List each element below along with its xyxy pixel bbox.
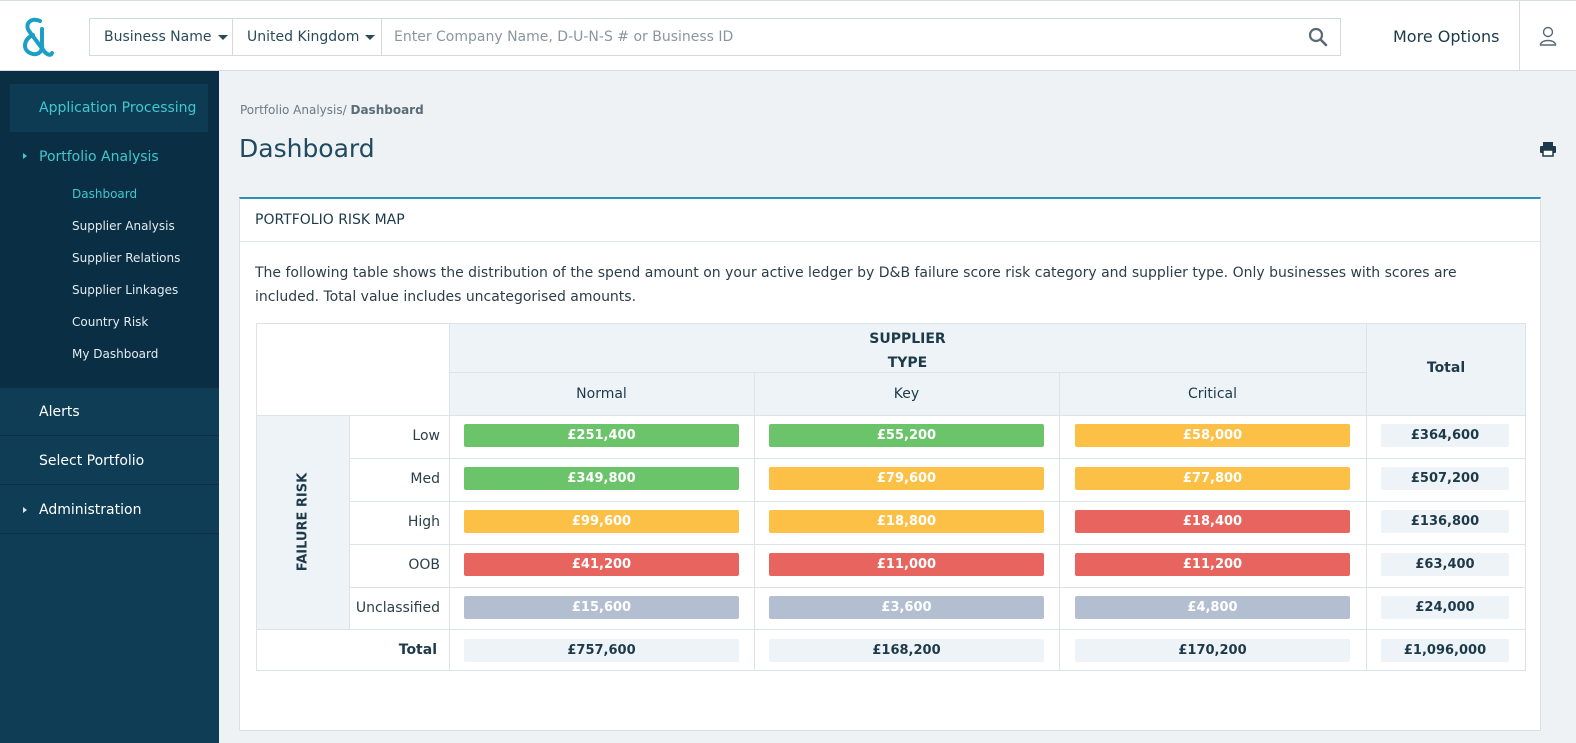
row-label-med: Med xyxy=(410,471,440,487)
sidebar-item-label: Select Portfolio xyxy=(39,452,145,469)
supplier-type-line1: SUPPLIER xyxy=(869,331,946,347)
sidebar-subitem-dashboard[interactable]: Dashboard xyxy=(72,187,137,201)
row-total-high: £136,800 xyxy=(1381,510,1509,533)
grand-total: £1,096,000 xyxy=(1381,639,1509,662)
sidebar-subitem-supplier-linkages[interactable]: Supplier Linkages xyxy=(72,283,178,297)
db-logo-icon[interactable] xyxy=(18,15,54,59)
cell-high-key[interactable]: £18,800 xyxy=(769,510,1044,533)
sidebar-item-portfolio-analysis[interactable]: Portfolio Analysis xyxy=(0,145,219,169)
supplier-type-line2: TYPE xyxy=(887,355,928,371)
search-type-value: Business Name xyxy=(104,29,212,45)
print-icon[interactable] xyxy=(1539,141,1557,157)
row-total-unclassified: £24,000 xyxy=(1381,596,1509,619)
cell-high-critical[interactable]: £18,400 xyxy=(1075,510,1350,533)
cell-med-normal[interactable]: £349,800 xyxy=(464,467,739,490)
sidebar: Application Processing Portfolio Analysi… xyxy=(0,71,219,743)
sidebar-item-select-portfolio[interactable]: Select Portfolio xyxy=(0,437,219,485)
total-row-label: Total xyxy=(398,642,437,658)
failure-risk-label: FAILURE RISK xyxy=(295,472,311,572)
cell-oob-key[interactable]: £11,000 xyxy=(769,553,1044,576)
more-options-link[interactable]: More Options xyxy=(1393,27,1499,46)
cell-unclassified-normal[interactable]: £15,600 xyxy=(464,596,739,619)
country-value: United Kingdom xyxy=(247,29,360,45)
user-icon xyxy=(1539,26,1557,46)
user-menu-button[interactable] xyxy=(1519,1,1576,71)
top-bar: Business Name United Kingdom More Option… xyxy=(0,0,1576,71)
chevron-right-icon xyxy=(23,507,27,513)
row-label-low: Low xyxy=(412,428,440,444)
page-title: Dashboard xyxy=(239,134,375,163)
column-header-normal: Normal xyxy=(576,386,627,402)
sidebar-item-alerts[interactable]: Alerts xyxy=(0,388,219,436)
country-dropdown[interactable]: United Kingdom xyxy=(233,19,382,55)
cell-oob-critical[interactable]: £11,200 xyxy=(1075,553,1350,576)
sidebar-item-application-processing[interactable]: Application Processing xyxy=(10,84,208,132)
row-label-high: High xyxy=(407,514,440,530)
cell-med-key[interactable]: £79,600 xyxy=(769,467,1044,490)
total-header-label: Total xyxy=(1426,360,1466,376)
row-total-med: £507,200 xyxy=(1381,467,1509,490)
cell-high-normal[interactable]: £99,600 xyxy=(464,510,739,533)
cell-med-critical[interactable]: £77,800 xyxy=(1075,467,1350,490)
risk-map-table: FAILURE RISK SUPPLIER TYPE Total Normal … xyxy=(256,323,1526,671)
cell-unclassified-critical[interactable]: £4,800 xyxy=(1075,596,1350,619)
row-total-low: £364,600 xyxy=(1381,424,1509,447)
sidebar-subitem-my-dashboard[interactable]: My Dashboard xyxy=(72,347,158,361)
supplier-type-label: SUPPLIER TYPE xyxy=(449,327,1366,375)
search-input[interactable] xyxy=(382,19,1296,55)
cell-unclassified-key[interactable]: £3,600 xyxy=(769,596,1044,619)
sidebar-item-label: Portfolio Analysis xyxy=(39,149,159,165)
cell-low-normal[interactable]: £251,400 xyxy=(464,424,739,447)
row-label-oob: OOB xyxy=(408,557,440,573)
portfolio-risk-map-card: PORTFOLIO RISK MAP The following table s… xyxy=(239,197,1541,731)
breadcrumb: Portfolio Analysis/ Dashboard xyxy=(240,103,424,117)
search-type-dropdown[interactable]: Business Name xyxy=(90,19,233,55)
chevron-down-icon xyxy=(365,34,376,40)
breadcrumb-current: Dashboard xyxy=(350,103,424,117)
sidebar-subitem-supplier-relations[interactable]: Supplier Relations xyxy=(72,251,180,265)
failure-risk-header: FAILURE RISK xyxy=(257,415,349,629)
row-label-unclassified: Unclassified xyxy=(355,600,440,616)
column-total-key: £168,200 xyxy=(769,639,1044,662)
sidebar-subitem-country-risk[interactable]: Country Risk xyxy=(72,315,148,329)
sidebar-active-section: Application Processing Portfolio Analysi… xyxy=(0,71,219,388)
search-icon xyxy=(1308,27,1328,47)
row-total-oob: £63,400 xyxy=(1381,553,1509,576)
cell-low-critical[interactable]: £58,000 xyxy=(1075,424,1350,447)
search-bar: Business Name United Kingdom xyxy=(89,18,1341,56)
chevron-down-icon xyxy=(217,34,228,40)
column-total-normal: £757,600 xyxy=(464,639,739,662)
sidebar-subitem-supplier-analysis[interactable]: Supplier Analysis xyxy=(72,219,175,233)
chevron-right-icon xyxy=(23,153,27,159)
sidebar-item-label: Administration xyxy=(39,501,142,518)
sidebar-item-administration[interactable]: Administration xyxy=(0,486,219,534)
cell-oob-normal[interactable]: £41,200 xyxy=(464,553,739,576)
card-title: PORTFOLIO RISK MAP xyxy=(240,199,1540,242)
column-header-key: Key xyxy=(893,386,920,402)
column-header-critical: Critical xyxy=(1188,386,1237,402)
cell-low-key[interactable]: £55,200 xyxy=(769,424,1044,447)
card-description: The following table shows the distributi… xyxy=(255,265,1457,305)
search-button[interactable] xyxy=(1296,19,1340,55)
sidebar-item-label: Alerts xyxy=(39,403,80,420)
breadcrumb-parent[interactable]: Portfolio Analysis xyxy=(240,103,343,117)
breadcrumb-separator: / xyxy=(342,103,347,117)
column-total-critical: £170,200 xyxy=(1075,639,1350,662)
